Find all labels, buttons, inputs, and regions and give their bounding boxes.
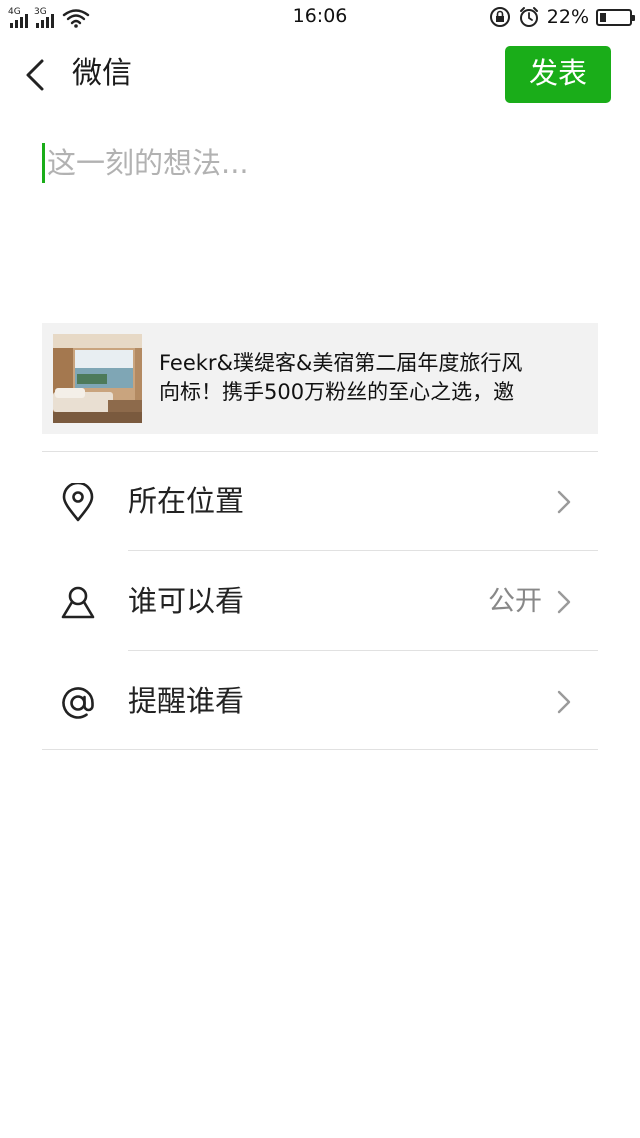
option-mention[interactable]: 提醒谁看 — [42, 651, 598, 751]
battery-level — [600, 12, 606, 22]
option-location[interactable]: 所在位置 — [42, 451, 598, 551]
publish-button[interactable]: 发表 — [505, 46, 611, 103]
chevron-right-icon — [557, 490, 571, 514]
nav-header: 微信 发表 — [0, 44, 640, 106]
option-visibility-value: 公开 — [488, 586, 542, 617]
at-icon — [62, 687, 94, 719]
link-title-line-1: Feekr&璞缇客&美宿第二届年度旅行风 — [159, 351, 523, 375]
battery-icon — [596, 8, 635, 26]
chevron-right-icon — [557, 690, 571, 714]
link-title: Feekr&璞缇客&美宿第二届年度旅行风 向标！携手500万粉丝的至心之选，邀 — [159, 349, 579, 407]
page-title: 微信 — [72, 56, 132, 91]
alarm-clock-icon — [519, 7, 538, 27]
person-icon — [61, 586, 95, 619]
option-visibility-label: 谁可以看 — [128, 584, 245, 618]
status-right: 22% — [489, 5, 635, 29]
text-caret — [42, 143, 45, 183]
back-arrow-icon[interactable] — [20, 57, 52, 93]
post-input-placeholder: 这一刻的想法... — [47, 146, 249, 180]
location-pin-icon — [62, 483, 94, 522]
shared-link-card[interactable]: Feekr&璞缇客&美宿第二届年度旅行风 向标！携手500万粉丝的至心之选，邀 — [42, 323, 598, 434]
chevron-right-icon — [557, 590, 571, 614]
option-mention-label: 提醒谁看 — [128, 684, 245, 718]
link-thumbnail-image — [53, 334, 142, 423]
link-title-line-2: 向标！携手500万粉丝的至心之选，邀 — [159, 380, 515, 404]
post-options-list: 所在位置 谁可以看 公开 提醒谁看 — [42, 451, 598, 751]
post-text-input[interactable]: 这一刻的想法... — [42, 140, 598, 190]
battery-percent: 22% — [546, 6, 589, 28]
divider — [128, 550, 598, 551]
option-location-label: 所在位置 — [128, 484, 245, 518]
status-bar: 4G 3G 16:06 22% — [0, 0, 640, 34]
divider — [42, 749, 598, 750]
rotation-lock-icon — [489, 7, 510, 27]
option-visibility[interactable]: 谁可以看 公开 — [42, 551, 598, 651]
divider — [128, 650, 598, 651]
